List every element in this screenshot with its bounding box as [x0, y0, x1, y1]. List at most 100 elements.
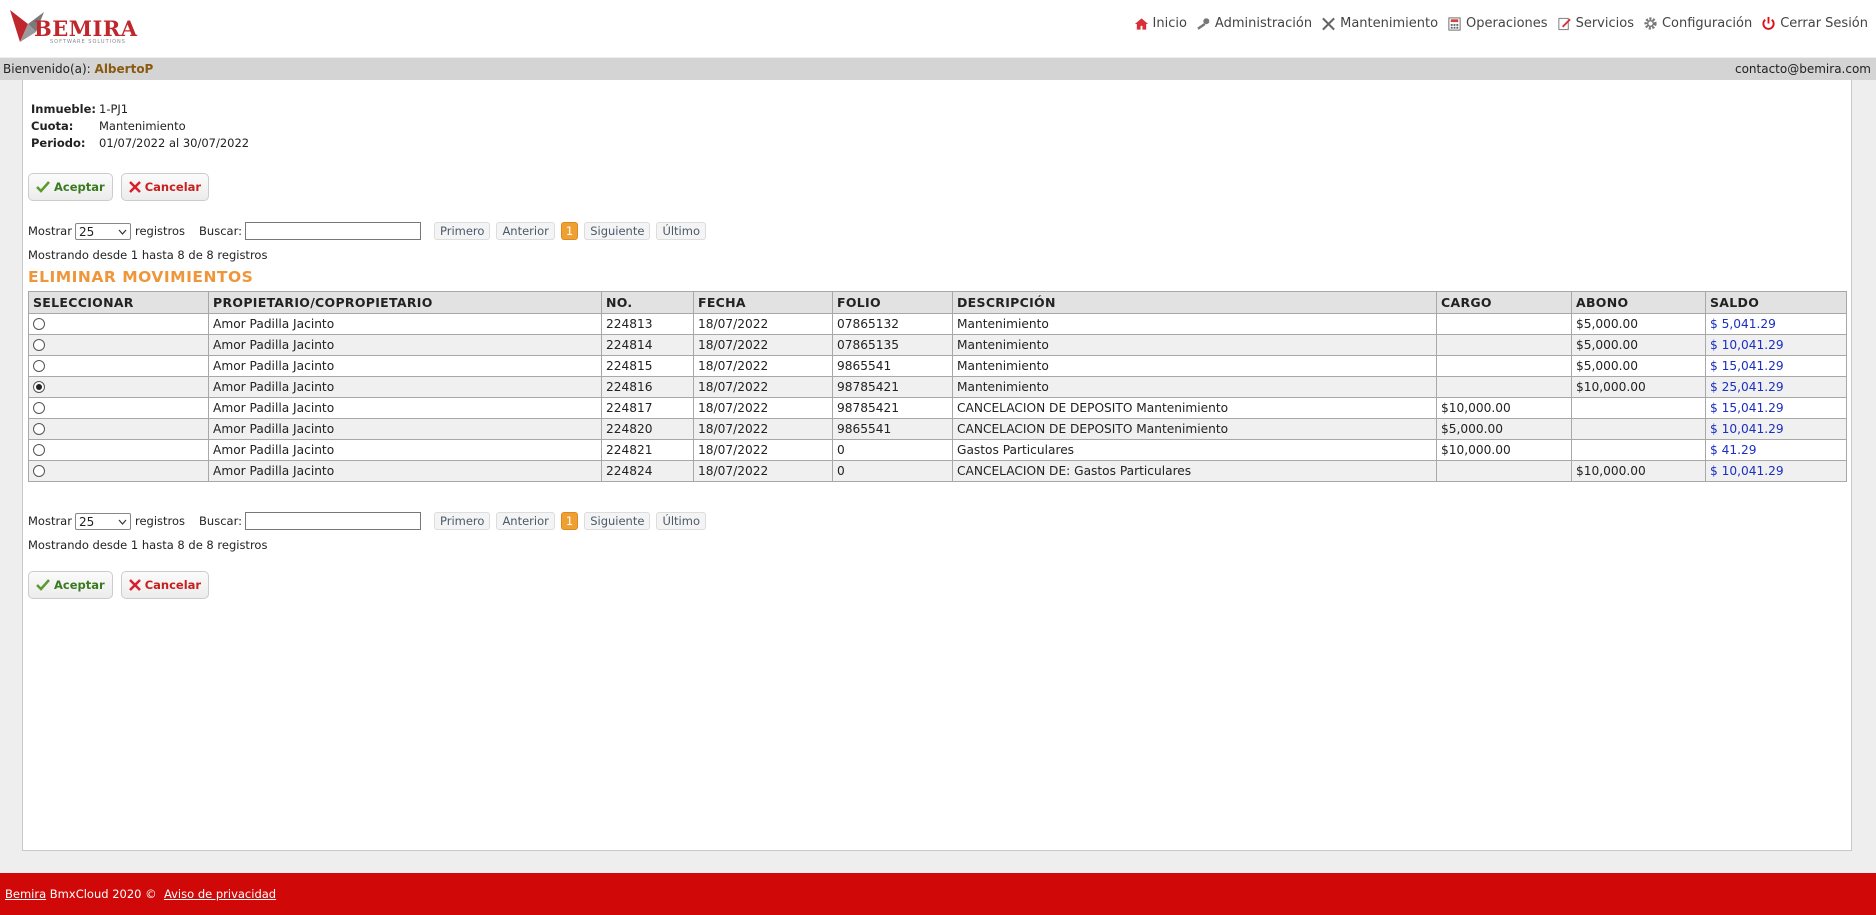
nav-configuracion[interactable]: Configuración [1643, 16, 1752, 31]
col-abono[interactable]: ABONO [1571, 291, 1706, 314]
saldo-cell: $ 25,041.29 [1705, 376, 1847, 398]
bemira-logo[interactable]: BEMIRA SOFTWARE SOLUTIONS [6, 6, 138, 46]
first-page-button[interactable]: Primero [433, 512, 491, 530]
first-page-button[interactable]: Primero [433, 222, 491, 240]
table-row: Amor Padilla Jacinto 224814 18/07/2022 0… [28, 334, 1847, 356]
saldo-cell: $ 15,041.29 [1705, 397, 1847, 419]
row-radio[interactable] [33, 401, 45, 414]
current-page-button[interactable]: 1 [560, 222, 579, 240]
current-page-button[interactable]: 1 [560, 512, 579, 530]
owner-cell: Amor Padilla Jacinto [208, 418, 602, 440]
next-page-button[interactable]: Siguiente [584, 512, 651, 530]
checkmark-icon [36, 181, 50, 193]
search-input[interactable] [244, 222, 421, 240]
records-status: Mostrando desde 1 hasta 8 de 8 registros [28, 538, 268, 552]
accept-button[interactable]: Aceptar [28, 173, 113, 201]
footer: Bemira BmxCloud 2020 © Aviso de privacid… [0, 873, 1876, 915]
previous-page-button[interactable]: Anterior [496, 222, 555, 240]
power-icon [1762, 16, 1775, 30]
page-size-select[interactable]: 25 [74, 512, 131, 530]
nav-administracion[interactable]: Administración [1196, 16, 1312, 31]
cargo-cell [1436, 460, 1572, 482]
welcome-user: AlbertoP [94, 62, 154, 76]
owner-cell: Amor Padilla Jacinto [208, 313, 602, 335]
chevron-down-icon [118, 229, 127, 235]
col-propietario[interactable]: PROPIETARIO/COPROPIETARIO [208, 291, 602, 314]
col-saldo[interactable]: SALDO [1705, 291, 1847, 314]
saldo-cell: $ 10,041.29 [1705, 334, 1847, 356]
next-page-button[interactable]: Siguiente [584, 222, 651, 240]
last-page-button[interactable]: Último [656, 222, 706, 240]
page-size-value: 25 [78, 224, 95, 239]
page-size-select[interactable]: 25 [74, 222, 131, 240]
last-page-button[interactable]: Último [656, 512, 706, 530]
row-radio[interactable] [33, 380, 45, 393]
abono-cell [1571, 418, 1706, 440]
nav-operaciones[interactable]: Operaciones [1447, 16, 1548, 31]
nav-inicio[interactable]: Inicio [1134, 16, 1187, 31]
cuota-value: Mantenimiento [99, 119, 186, 133]
row-radio[interactable] [33, 317, 45, 330]
gear-icon [1644, 17, 1657, 30]
main-nav: Inicio Administración Mantenimiento Oper… [1125, 16, 1868, 31]
description-cell: CANCELACION DE DEPOSITO Mantenimiento [952, 397, 1437, 419]
select-cell [28, 439, 209, 461]
date-cell: 18/07/2022 [693, 397, 833, 419]
cancel-button[interactable]: Cancelar [120, 571, 210, 599]
key-icon [1197, 17, 1210, 30]
owner-cell: Amor Padilla Jacinto [208, 397, 602, 419]
row-radio[interactable] [33, 359, 45, 372]
footer-brand-link[interactable]: Bemira [5, 887, 46, 901]
nav-cerrar-sesion[interactable]: Cerrar Sesión [1761, 16, 1868, 31]
col-cargo[interactable]: CARGO [1436, 291, 1572, 314]
logo-text: BEMIRA [34, 16, 138, 41]
table-row: Amor Padilla Jacinto 224820 18/07/2022 9… [28, 418, 1847, 440]
top-table-controls: Mostrar 25 registros Buscar: Primero Ant… [28, 222, 712, 240]
no-cell: 224814 [601, 334, 694, 356]
show-label: Mostrar [28, 224, 72, 238]
inmueble-value: 1-PJ1 [99, 102, 129, 116]
close-icon [128, 579, 141, 591]
cancel-button[interactable]: Cancelar [120, 173, 210, 201]
info-inmueble: Inmueble: 1-PJ1 [31, 102, 249, 119]
row-radio[interactable] [33, 338, 45, 351]
nav-mantenimiento[interactable]: Mantenimiento [1321, 16, 1438, 31]
search-label: Buscar: [199, 224, 242, 238]
col-no[interactable]: NO. [601, 291, 694, 314]
accept-button[interactable]: Aceptar [28, 571, 113, 599]
no-cell: 224815 [601, 355, 694, 377]
folio-cell: 9865541 [832, 418, 953, 440]
search-input[interactable] [244, 512, 421, 530]
abono-cell: $10,000.00 [1571, 460, 1706, 482]
saldo-cell: $ 5,041.29 [1705, 313, 1847, 335]
table-header-row: SELECCIONAR PROPIETARIO/COPROPIETARIO NO… [28, 291, 1847, 314]
nav-configuracion-label: Configuración [1661, 16, 1753, 31]
no-cell: 224824 [601, 460, 694, 482]
date-cell: 18/07/2022 [693, 376, 833, 398]
saldo-cell: $ 10,041.29 [1705, 418, 1847, 440]
privacy-link[interactable]: Aviso de privacidad [164, 887, 276, 901]
header: BEMIRA SOFTWARE SOLUTIONS Inicio Adminis… [0, 0, 1876, 57]
row-radio[interactable] [33, 464, 45, 477]
col-folio[interactable]: FOLIO [832, 291, 953, 314]
col-seleccionar[interactable]: SELECCIONAR [28, 291, 209, 314]
description-cell: Mantenimiento [952, 355, 1437, 377]
cargo-cell: $5,000.00 [1436, 418, 1572, 440]
periodo-value: 01/07/2022 al 30/07/2022 [99, 136, 250, 150]
col-descripcion[interactable]: DESCRIPCIÓN [952, 291, 1437, 314]
tools-icon [1322, 17, 1335, 30]
nav-servicios[interactable]: Servicios [1557, 16, 1634, 31]
owner-cell: Amor Padilla Jacinto [208, 439, 602, 461]
folio-cell: 0 [832, 439, 953, 461]
no-cell: 224813 [601, 313, 694, 335]
row-radio[interactable] [33, 422, 45, 435]
row-radio[interactable] [33, 443, 45, 456]
edit-icon [1557, 17, 1571, 30]
table-row: Amor Padilla Jacinto 224813 18/07/2022 0… [28, 313, 1847, 335]
pagination: Primero Anterior 1 Siguiente Último [433, 222, 712, 240]
select-cell [28, 376, 209, 398]
no-cell: 224821 [601, 439, 694, 461]
col-fecha[interactable]: FECHA [693, 291, 833, 314]
previous-page-button[interactable]: Anterior [496, 512, 555, 530]
folio-cell: 0 [832, 460, 953, 482]
